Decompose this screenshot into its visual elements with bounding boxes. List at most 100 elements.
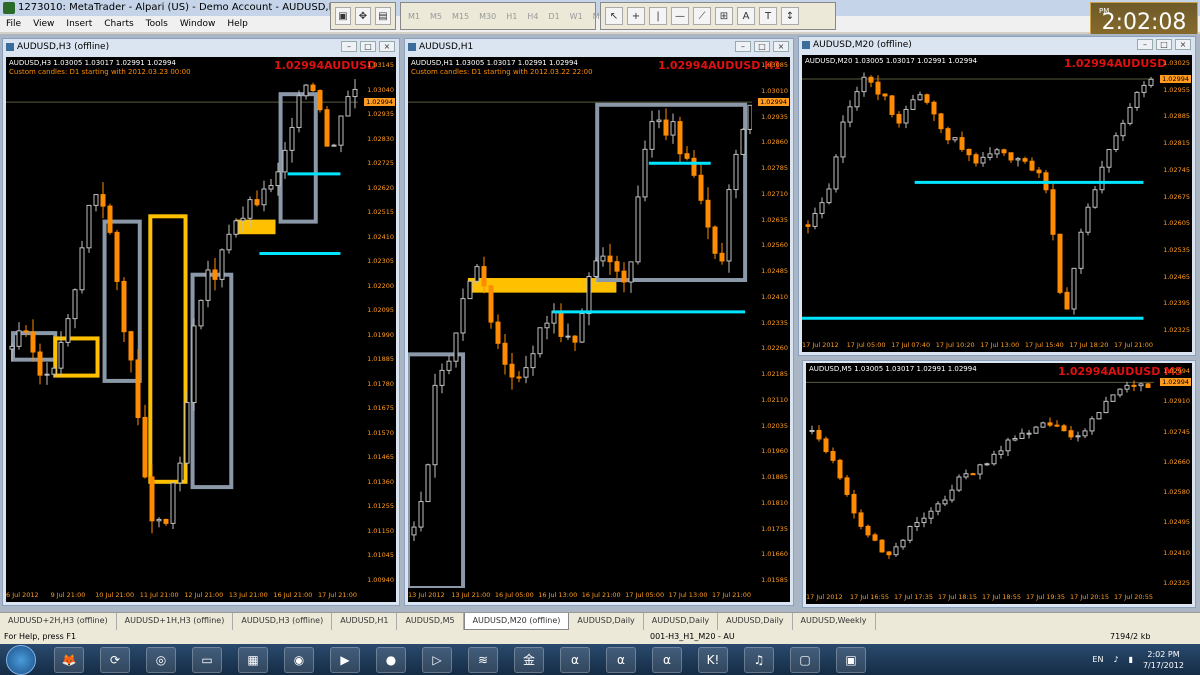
candle-body [1078, 231, 1084, 269]
price-axis: 1.03085 1.03010 1.02935 1.02860 1.02785 1.027… [752, 57, 790, 590]
price-chart[interactable] [802, 55, 1154, 338]
chart-window-m5[interactable]: AUDUSD,M5 1.03005 1.03017 1.02991 1.0299… [802, 360, 1196, 608]
language-indicator[interactable]: EN [1092, 655, 1103, 664]
price-chart[interactable] [408, 57, 752, 588]
crosshair-icon[interactable]: + [627, 7, 645, 25]
text-label-icon[interactable]: T [759, 7, 777, 25]
chart-area[interactable]: AUDUSD,H1 1.03005 1.03017 1.02991 1.0299… [408, 57, 790, 602]
start-button[interactable] [6, 644, 36, 675]
candle-body [970, 473, 976, 476]
close-button[interactable]: × [379, 41, 395, 52]
candle-body [1131, 384, 1137, 387]
maximize-button[interactable]: □ [360, 41, 376, 52]
text-icon[interactable]: A [737, 7, 755, 25]
timeframe-w1[interactable]: W1 [567, 12, 586, 21]
media-player-icon[interactable]: ▷ [422, 646, 452, 673]
menu-view[interactable]: View [27, 16, 60, 32]
chart-tab[interactable]: AUDUSD,H3 (offline) [233, 613, 333, 630]
explorer-icon[interactable]: ◎ [146, 646, 176, 673]
candle-body [107, 205, 113, 233]
timeframe-m5[interactable]: M5 [427, 12, 445, 21]
screen-icon[interactable]: ▢ [790, 646, 820, 673]
chart-window-h3[interactable]: AUDUSD,H3 (offline) – □ × AUDUSD,H3 1.0300… [2, 38, 400, 606]
price-tick-label: 1.02035 [761, 421, 788, 430]
crosshair-move-icon[interactable]: ✥ [355, 7, 371, 25]
chart-tab[interactable]: AUDUSD,M5 [397, 613, 464, 630]
candle-body [896, 113, 902, 124]
firefox-icon[interactable]: 🦊 [54, 646, 84, 673]
minimize-button[interactable]: – [341, 41, 357, 52]
timeframe-m15[interactable]: M15 [449, 12, 472, 21]
alpari-icon[interactable]: α [606, 646, 636, 673]
candle-body [268, 185, 274, 190]
chart-tab[interactable]: AUDUSD,Weekly [793, 613, 876, 630]
chart-window-m20[interactable]: AUDUSD,M20 (offline) – □ × AUDUSD,M20 1.03… [798, 36, 1196, 356]
candle-body [303, 84, 309, 97]
price-tick-label: 1.03085 [761, 61, 788, 69]
chart-tab[interactable]: AUDUSD+2H,H3 (offline) [0, 613, 117, 630]
gold-icon[interactable]: 金 [514, 646, 544, 673]
price-chart[interactable] [806, 363, 1154, 591]
menu-insert[interactable]: Insert [60, 16, 98, 32]
menu-charts[interactable]: Charts [98, 16, 139, 32]
vertical-line-icon[interactable]: | [649, 7, 667, 25]
chart-tab[interactable]: AUDUSD,Daily [569, 613, 644, 630]
arrows-icon[interactable]: ↕ [781, 7, 799, 25]
timeframe-d1[interactable]: D1 [545, 12, 562, 21]
menu-file[interactable]: File [0, 16, 27, 32]
remote-icon[interactable]: ▣ [836, 646, 866, 673]
window-arrange-icon[interactable]: ▤ [375, 7, 391, 25]
chart-tab[interactable]: AUDUSD,H1 [332, 613, 398, 630]
daily-candle-box [236, 219, 276, 235]
new-chart-icon[interactable]: ▣ [335, 7, 351, 25]
chart-tab[interactable]: AUDUSD,Daily [718, 613, 793, 630]
volume-icon[interactable]: ♪ [1113, 655, 1118, 664]
chart-window-h1[interactable]: AUDUSD,H1 – □ × AUDUSD,H1 1.03005 1.03017 … [404, 38, 794, 606]
orange-app-icon[interactable]: ● [376, 646, 406, 673]
pdf-icon[interactable]: ▶ [330, 646, 360, 673]
chart-window-icon [6, 43, 14, 51]
candle-body [114, 231, 120, 282]
calculator-icon[interactable]: ▦ [238, 646, 268, 673]
alpari-icon[interactable]: α [560, 646, 590, 673]
candle-body [177, 462, 183, 484]
timeframe-h1[interactable]: H1 [503, 12, 520, 21]
folder-icon[interactable]: ▭ [192, 646, 222, 673]
candle-body [966, 148, 972, 156]
chart-tab[interactable]: AUDUSD,M20 (offline) [463, 613, 570, 630]
cursor-icon[interactable]: ↖ [605, 7, 623, 25]
minimize-button[interactable]: – [735, 41, 751, 52]
menu-help[interactable]: Help [221, 16, 254, 32]
chart-tab[interactable]: AUDUSD+1H,H3 (offline) [117, 613, 234, 630]
tray-clock[interactable]: 2:02 PM 7/17/2012 [1143, 649, 1184, 671]
candle-body [1012, 438, 1018, 441]
chart-area[interactable]: AUDUSD,M5 1.03005 1.03017 1.02991 1.0299… [806, 363, 1192, 604]
chart-tab[interactable]: AUDUSD,Daily [644, 613, 719, 630]
minimize-button[interactable]: – [1137, 39, 1153, 50]
grid-icon[interactable]: ⊞ [715, 7, 733, 25]
menu-tools[interactable]: Tools [140, 16, 174, 32]
price-tick-label: 1.02395 [1163, 299, 1190, 308]
alpari-icon[interactable]: α [652, 646, 682, 673]
timeframe-h4[interactable]: H4 [524, 12, 541, 21]
chart-area[interactable]: AUDUSD,M20 1.03005 1.03017 1.02991 1.029… [802, 55, 1192, 352]
candle-body [826, 188, 832, 204]
menu-window[interactable]: Window [174, 16, 222, 32]
chrome-icon[interactable]: ◉ [284, 646, 314, 673]
close-button[interactable]: × [773, 41, 789, 52]
audio-icon[interactable]: ♫ [744, 646, 774, 673]
teamviewer-icon[interactable]: ⟳ [100, 646, 130, 673]
close-button[interactable]: × [1175, 39, 1191, 50]
maximize-button[interactable]: □ [754, 41, 770, 52]
network-icon[interactable]: ▮ [1129, 655, 1133, 664]
timeframe-m1[interactable]: M1 [405, 12, 423, 21]
timeframe-m30[interactable]: M30 [476, 12, 499, 21]
maximize-button[interactable]: □ [1156, 39, 1172, 50]
chart-area[interactable]: AUDUSD,H3 1.03005 1.03017 1.02991 1.0299… [6, 57, 396, 602]
time-tick-label: 17 Jul 10:20 [935, 341, 975, 349]
ki-icon[interactable]: K! [698, 646, 728, 673]
price-chart[interactable] [6, 57, 358, 588]
trendline-icon[interactable]: ⟋ [693, 7, 711, 25]
horizontal-line-icon[interactable]: — [671, 7, 689, 25]
network-icon[interactable]: ≋ [468, 646, 498, 673]
